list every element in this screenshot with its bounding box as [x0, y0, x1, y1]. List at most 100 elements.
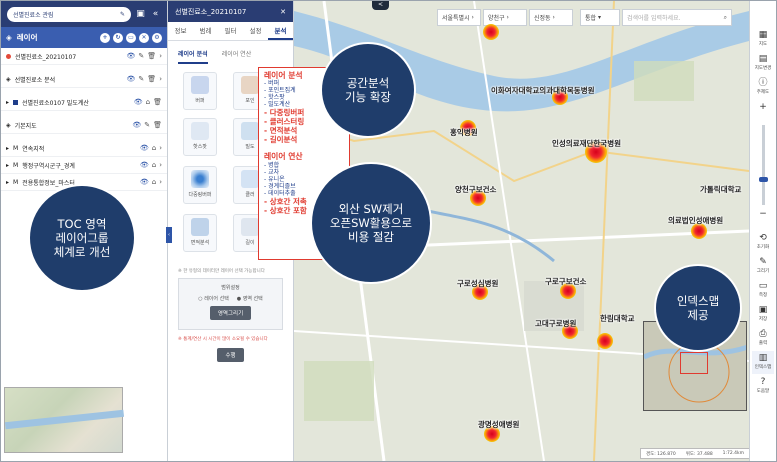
- tab-analysis[interactable]: 분석: [268, 22, 293, 40]
- style-icon[interactable]: ✎: [138, 52, 144, 60]
- map-change-button[interactable]: ▤ 지도변경: [752, 52, 774, 75]
- save-button[interactable]: ▣ 저장: [752, 303, 774, 326]
- tag-icon[interactable]: ⌂: [146, 98, 150, 106]
- tab-legend[interactable]: 범례: [193, 22, 218, 40]
- tag-icon[interactable]: ⌂: [152, 161, 156, 169]
- chevron-right-icon[interactable]: ›: [159, 144, 162, 152]
- place-label[interactable]: 홍익병원: [450, 127, 478, 138]
- tag-icon[interactable]: ⌂: [152, 144, 156, 152]
- index-map-button[interactable]: ▥ 인덱스맵: [752, 351, 774, 374]
- subtab-layer-analysis[interactable]: 레이어 분석: [178, 47, 208, 64]
- visibility-icon[interactable]: 👁: [140, 178, 149, 186]
- visibility-icon[interactable]: 👁: [127, 75, 136, 83]
- print-button[interactable]: ⎙ 출력: [752, 327, 774, 350]
- close-icon[interactable]: ✕: [280, 8, 286, 16]
- search-icon[interactable]: ⌕: [724, 14, 727, 22]
- style-icon[interactable]: ✎: [144, 121, 150, 129]
- folder-icon[interactable]: ▭: [126, 32, 136, 43]
- tool-area[interactable]: 면적분석: [183, 214, 217, 252]
- layer-header: ◈ 레이어 + ↻ ▭ ✕ ⚙: [1, 27, 167, 48]
- sido-select[interactable]: 서울특별시 ›: [437, 9, 481, 26]
- place-label[interactable]: 고대구로병원: [535, 318, 576, 329]
- map-button[interactable]: ▦ 지도: [752, 28, 774, 51]
- expand-icon[interactable]: ▸: [6, 145, 9, 152]
- top-collapse-tab[interactable]: <: [372, 1, 389, 10]
- layer-row[interactable]: ▸ M 연속지적 👁 ⌂ ›: [1, 140, 167, 157]
- add-layer-icon[interactable]: +: [100, 32, 110, 43]
- chevron-right-icon[interactable]: ›: [159, 178, 162, 186]
- place-label[interactable]: 인성의료재단한국병원: [552, 138, 621, 149]
- zoom-knob[interactable]: [758, 177, 768, 182]
- radio-layer[interactable]: ○ 레이어 선택: [198, 295, 229, 302]
- search-input[interactable]: 검색어를 입력하세요. ⌕: [622, 9, 732, 26]
- layer-row[interactable]: 선별진료소_20210107 👁 ✎ 🗑 ›: [1, 48, 167, 65]
- save-icon: ▣: [758, 305, 768, 315]
- visibility-icon[interactable]: 👁: [127, 52, 136, 60]
- zoom-in-button[interactable]: +: [752, 100, 774, 123]
- expand-icon[interactable]: ▸: [6, 99, 9, 106]
- visibility-icon[interactable]: 👁: [140, 144, 149, 152]
- collapse-icon[interactable]: «: [150, 9, 161, 20]
- refresh-icon[interactable]: ↻: [113, 32, 123, 43]
- radio-area[interactable]: ● 영역 선택: [237, 295, 263, 302]
- place-label[interactable]: 한림대학교: [600, 313, 635, 324]
- place-label[interactable]: 양천구보건소: [455, 184, 496, 195]
- draw-area-button[interactable]: 영역그리기: [209, 306, 252, 320]
- layer-group-row[interactable]: ◈ 선별진료소 분석 👁 ✎ 🗑 ›: [1, 71, 167, 88]
- tab-filter[interactable]: 필터: [218, 22, 243, 40]
- expand-icon[interactable]: ▸: [6, 179, 9, 186]
- layer-label: 선별진료소_20210107: [15, 53, 77, 61]
- dong-select[interactable]: 신정동 ›: [529, 9, 573, 26]
- index-extent-box[interactable]: [680, 352, 708, 374]
- zoom-out-button[interactable]: −: [752, 207, 774, 230]
- tool-multiring[interactable]: 다중링버퍼: [183, 166, 217, 204]
- pencil-icon[interactable]: ✎: [120, 11, 125, 18]
- chevron-right-icon[interactable]: ›: [159, 52, 162, 60]
- chevron-right-icon[interactable]: ›: [159, 161, 162, 169]
- settings-icon[interactable]: ⚙: [152, 32, 162, 43]
- zoom-slider[interactable]: [758, 125, 768, 205]
- project-selector[interactable]: 선별진료소 관림 ✎: [7, 6, 131, 22]
- trash-icon[interactable]: 🗑: [153, 121, 162, 129]
- tab-info[interactable]: 정보: [168, 22, 193, 40]
- reset-button[interactable]: ⟲ 초기화: [752, 231, 774, 254]
- circle-text: 기능 확장: [345, 90, 391, 104]
- run-button[interactable]: 수행: [217, 348, 244, 362]
- place-label[interactable]: 가톨릭대학교: [700, 184, 741, 195]
- chevron-right-icon[interactable]: ›: [159, 75, 162, 83]
- measure-button[interactable]: ▭ 측정: [752, 279, 774, 302]
- place-label[interactable]: 광명성애병원: [478, 419, 519, 430]
- save-icon[interactable]: ▣: [135, 9, 146, 20]
- trash-icon[interactable]: 🗑: [147, 75, 156, 83]
- draw-button[interactable]: ✎ 그리기: [752, 255, 774, 278]
- subtab-layer-ops[interactable]: 레이어 연산: [222, 47, 252, 64]
- tool-hotspot[interactable]: 핫스팟: [183, 118, 217, 156]
- tag-icon[interactable]: ⌂: [152, 178, 156, 186]
- reset-icon: ⟲: [759, 233, 767, 243]
- circle-text: 외산 SW제거: [338, 202, 404, 216]
- tool-buffer[interactable]: 버퍼: [183, 72, 217, 110]
- tab-settings[interactable]: 설정: [243, 22, 268, 40]
- layer-label: 행정구역시군구_경계: [22, 162, 75, 170]
- trash-icon[interactable]: 🗑: [147, 52, 156, 60]
- help-button[interactable]: ? 도움말: [752, 375, 774, 398]
- layer-row[interactable]: ▸ M 행정구역시군구_경계 👁 ⌂ ›: [1, 157, 167, 174]
- visibility-icon[interactable]: 👁: [134, 98, 143, 106]
- layer-row[interactable]: ▸ 선별진료소0107 밀도계산 👁 ⌂ 🗑: [1, 94, 167, 111]
- trash-icon[interactable]: 🗑: [153, 98, 162, 106]
- place-label[interactable]: 의료법인성애병원: [668, 215, 723, 226]
- visibility-icon[interactable]: 👁: [140, 161, 149, 169]
- place-label[interactable]: 구로성심병원: [457, 278, 498, 289]
- overview-map[interactable]: [4, 387, 125, 453]
- place-label[interactable]: 이화여자대학교의과대학목동병원: [491, 85, 595, 96]
- river-shape: [4, 409, 125, 430]
- search-type-select[interactable]: 통합 ▾: [580, 9, 620, 26]
- visibility-icon[interactable]: 👁: [132, 121, 141, 129]
- delete-icon[interactable]: ✕: [139, 32, 149, 43]
- layer-group-row[interactable]: ◈ 기본지도 👁 ✎ 🗑: [1, 117, 167, 134]
- panel-toggle-handle[interactable]: ‹: [166, 227, 172, 243]
- thematic-map-button[interactable]: ⓘ 주제도: [752, 76, 774, 99]
- expand-icon[interactable]: ▸: [6, 162, 9, 169]
- place-label[interactable]: 구로구보건소: [545, 276, 586, 287]
- style-icon[interactable]: ✎: [138, 75, 144, 83]
